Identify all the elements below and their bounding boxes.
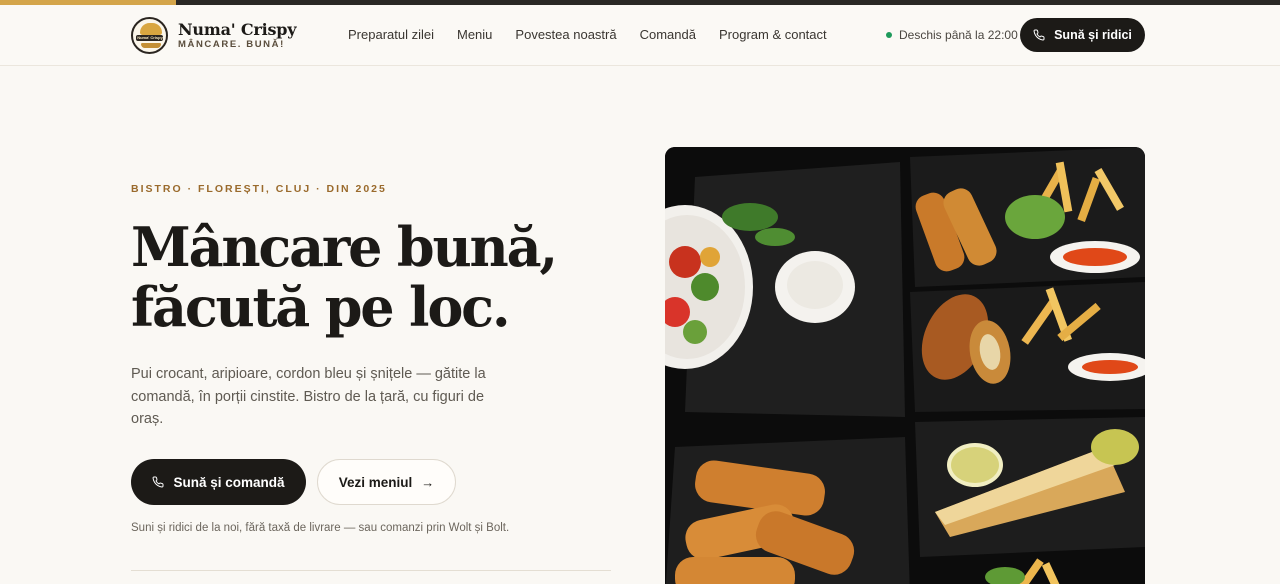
status-dot-icon — [886, 32, 892, 38]
hero-divider — [131, 570, 611, 571]
nav-item-preparatul-zilei[interactable]: Preparatul zilei — [348, 27, 434, 43]
arrow-right-icon: → — [421, 474, 435, 490]
food-collage-image — [665, 147, 1145, 584]
hero-title-line1: Mâncare bună, — [131, 215, 558, 279]
open-status: Deschis până la 22:00 — [886, 27, 1018, 43]
nav-item-program-contact[interactable]: Program & contact — [719, 27, 827, 43]
hero-lead: Pui crocant, aripioare, cordon bleu și ș… — [131, 366, 486, 427]
logo-band-text: Numa' Crispy — [137, 35, 163, 40]
nav-item-povestea[interactable]: Povestea noastră — [515, 27, 616, 43]
call-pickup-label: Sună și ridici — [1054, 28, 1132, 42]
logo-link[interactable]: Numa' Crispy Numa' Crispy MÂNCARE. BUNĂ! — [131, 17, 297, 54]
hero-eyebrow: BISTRO · FLOREȘTI, CLUJ · DIN 2025 — [131, 183, 387, 195]
call-order-label: Sună și comandă — [173, 474, 285, 490]
phone-icon — [153, 476, 164, 488]
hero-cta-row: Sună și comandă Vezi meniul → — [131, 459, 456, 505]
hero-note: Suni și ridici de la noi, fără taxă de l… — [131, 522, 510, 534]
nav-item-meniu[interactable]: Meniu — [457, 27, 492, 43]
hero-title-line2: făcută pe loc. — [131, 275, 511, 339]
hero-food-image — [665, 147, 1145, 584]
hero-content: BISTRO · FLOREȘTI, CLUJ · DIN 2025 Mânca… — [131, 183, 611, 431]
brand-tagline: MÂNCARE. BUNĂ! — [178, 39, 285, 50]
hero-title: Mâncare bună, făcută pe loc. — [131, 217, 611, 337]
open-status-text: Deschis până la 22:00 — [899, 28, 1018, 42]
view-menu-label: Vezi meniul — [338, 474, 413, 490]
site-header: Numa' Crispy Numa' Crispy MÂNCARE. BUNĂ!… — [0, 5, 1280, 66]
call-pickup-button[interactable]: Sună și ridici — [1020, 18, 1145, 52]
view-menu-button[interactable]: Vezi meniul → — [317, 459, 456, 505]
nav-item-comanda[interactable]: Comandă — [640, 27, 696, 43]
main-nav: Preparatul zilei Meniu Povestea noastră … — [348, 27, 850, 43]
call-order-button[interactable]: Sună și comandă — [131, 459, 306, 505]
brand-name: Numa' Crispy — [178, 20, 297, 39]
phone-icon — [1033, 29, 1045, 41]
logo-icon: Numa' Crispy — [131, 17, 168, 54]
